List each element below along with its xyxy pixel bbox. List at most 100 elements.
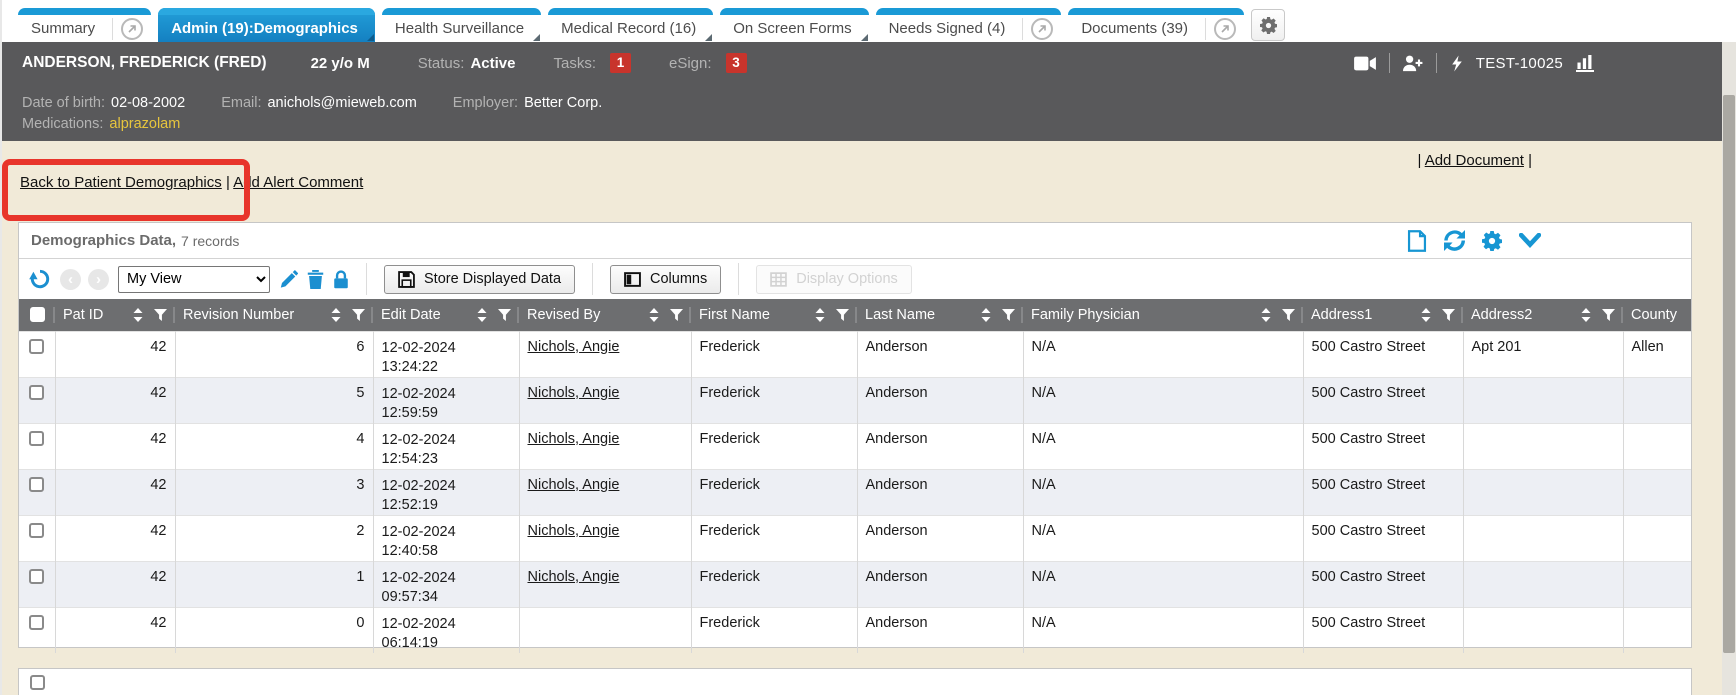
add-document-line: | Add Document | bbox=[1417, 152, 1532, 169]
sort-icon[interactable] bbox=[1421, 308, 1431, 322]
sort-icon[interactable] bbox=[1581, 308, 1591, 322]
tab-needs-signed[interactable]: Needs Signed (4) bbox=[876, 8, 1062, 42]
employer-value: Better Corp. bbox=[524, 95, 602, 111]
cell-revision: 3 bbox=[175, 469, 373, 515]
row-checkbox[interactable] bbox=[29, 615, 44, 630]
column-header-last-name[interactable]: Last Name bbox=[857, 299, 1023, 331]
red-annotation-box bbox=[2, 159, 250, 221]
grid-toolbar: ‹ › My View Store Displayed Data Columns… bbox=[19, 259, 1691, 299]
add-document-link[interactable]: Add Document bbox=[1425, 152, 1524, 169]
column-header-revised-by[interactable]: Revised By bbox=[519, 299, 691, 331]
filter-funnel-icon[interactable] bbox=[1602, 309, 1615, 321]
cell-address2: Apt 201 bbox=[1463, 331, 1623, 377]
row-checkbox[interactable] bbox=[29, 569, 44, 584]
reset-view-icon[interactable] bbox=[29, 268, 51, 290]
filter-funnel-icon[interactable] bbox=[836, 309, 849, 321]
delete-view-trash-icon[interactable] bbox=[307, 270, 324, 289]
column-header-edit-date[interactable]: Edit Date bbox=[373, 299, 519, 331]
new-document-icon[interactable] bbox=[1407, 230, 1427, 252]
gear-icon[interactable] bbox=[1482, 231, 1502, 251]
table-row: 42 3 12-02-202412:52:19 Nichols, Angie F… bbox=[19, 469, 1691, 515]
cell-address1: 500 Castro Street bbox=[1303, 423, 1463, 469]
tab-admin-demographics[interactable]: Admin (19):Demographics bbox=[158, 8, 375, 42]
revised-by-link[interactable]: Nichols, Angie bbox=[528, 385, 620, 401]
esign-count-badge[interactable]: 3 bbox=[726, 53, 747, 73]
revised-by-link[interactable]: Nichols, Angie bbox=[528, 339, 620, 355]
lightning-bolt-icon[interactable] bbox=[1450, 54, 1463, 73]
cell-address1: 500 Castro Street bbox=[1303, 607, 1463, 653]
filter-funnel-icon[interactable] bbox=[1442, 309, 1455, 321]
cell-family-physician: N/A bbox=[1023, 607, 1303, 653]
sort-icon[interactable] bbox=[981, 308, 991, 322]
cell-address2 bbox=[1463, 515, 1623, 561]
row-checkbox[interactable] bbox=[29, 339, 44, 354]
column-header-address1[interactable]: Address1 bbox=[1303, 299, 1463, 331]
cell-address1: 500 Castro Street bbox=[1303, 561, 1463, 607]
revised-by-link[interactable]: Nichols, Angie bbox=[528, 569, 620, 585]
filter-funnel-icon[interactable] bbox=[352, 309, 365, 321]
tasks-count-badge[interactable]: 1 bbox=[610, 53, 631, 73]
tab-medical-record[interactable]: Medical Record (16) bbox=[548, 8, 713, 42]
vertical-scrollbar-thumb[interactable] bbox=[1723, 95, 1735, 653]
revised-by-link[interactable]: Nichols, Angie bbox=[528, 431, 620, 447]
revised-by-link[interactable]: Nichols, Angie bbox=[528, 523, 620, 539]
filter-funnel-icon[interactable] bbox=[1002, 309, 1015, 321]
sort-icon[interactable] bbox=[649, 308, 659, 322]
filter-funnel-icon[interactable] bbox=[1282, 309, 1295, 321]
tab-documents[interactable]: Documents (39) bbox=[1068, 8, 1244, 42]
sort-icon[interactable] bbox=[815, 308, 825, 322]
filter-funnel-icon[interactable] bbox=[154, 309, 167, 321]
column-header-revision-number[interactable]: Revision Number bbox=[175, 299, 373, 331]
email-label: Email: bbox=[221, 95, 261, 111]
tab-settings-button[interactable] bbox=[1251, 9, 1285, 41]
add-alert-comment-link[interactable]: Add Alert Comment bbox=[233, 174, 363, 191]
medications-value[interactable]: alprazolam bbox=[109, 116, 180, 132]
row-checkbox[interactable] bbox=[29, 523, 44, 538]
row-checkbox[interactable] bbox=[29, 477, 44, 492]
column-header-address2[interactable]: Address2 bbox=[1463, 299, 1623, 331]
flowsheet-chart-icon[interactable] bbox=[1576, 55, 1594, 72]
store-displayed-data-button[interactable]: Store Displayed Data bbox=[384, 265, 575, 294]
column-header-family-physician[interactable]: Family Physician bbox=[1023, 299, 1303, 331]
tab-summary-label: Summary bbox=[18, 13, 108, 37]
refresh-icon[interactable] bbox=[1444, 230, 1465, 251]
select-all-checkbox[interactable] bbox=[30, 307, 45, 322]
cell-edit-date: 12-02-202412:54:23 bbox=[373, 423, 519, 469]
filter-funnel-icon[interactable] bbox=[498, 309, 511, 321]
panel-title: Demographics Data, bbox=[31, 232, 176, 249]
column-header-county[interactable]: County bbox=[1623, 299, 1691, 331]
tab-summary-popout-button[interactable] bbox=[112, 18, 143, 40]
demographics-table: Pat ID Revision Number Edit Date Revised… bbox=[19, 299, 1691, 653]
tab-health-surveillance[interactable]: Health Surveillance bbox=[382, 8, 541, 42]
revised-by-link[interactable]: Nichols, Angie bbox=[528, 477, 620, 493]
patient-age-sex: 22 y/o M bbox=[311, 55, 370, 72]
columns-button[interactable]: Columns bbox=[610, 265, 721, 294]
tab-on-screen-forms[interactable]: On Screen Forms bbox=[720, 8, 868, 42]
chart-id: TEST-10025 bbox=[1476, 55, 1563, 72]
sort-icon[interactable] bbox=[331, 308, 341, 322]
column-header-pat-id[interactable]: Pat ID bbox=[55, 299, 175, 331]
row-checkbox[interactable] bbox=[30, 675, 45, 690]
video-camera-icon[interactable] bbox=[1354, 56, 1376, 71]
email-value: anichols@mieweb.com bbox=[267, 95, 416, 111]
edit-view-pencil-icon[interactable] bbox=[279, 270, 298, 289]
tab-needs-signed-popout-button[interactable] bbox=[1022, 18, 1053, 40]
view-select[interactable]: My View bbox=[118, 266, 270, 293]
tab-documents-popout-button[interactable] bbox=[1205, 18, 1236, 40]
row-checkbox[interactable] bbox=[29, 431, 44, 446]
lock-view-icon[interactable] bbox=[333, 270, 349, 289]
sort-icon[interactable] bbox=[1261, 308, 1271, 322]
sort-icon[interactable] bbox=[133, 308, 143, 322]
filter-funnel-icon[interactable] bbox=[670, 309, 683, 321]
column-header-first-name[interactable]: First Name bbox=[691, 299, 857, 331]
collapse-chevron-down-icon[interactable] bbox=[1519, 233, 1541, 248]
add-person-icon[interactable] bbox=[1403, 55, 1423, 72]
cell-county bbox=[1623, 469, 1691, 515]
cell-address2 bbox=[1463, 607, 1623, 653]
tab-summary[interactable]: Summary bbox=[18, 8, 151, 42]
row-checkbox[interactable] bbox=[29, 385, 44, 400]
dob-label: Date of birth: bbox=[22, 95, 105, 111]
sort-icon[interactable] bbox=[477, 308, 487, 322]
cell-revised-by: Nichols, Angie bbox=[519, 469, 691, 515]
cell-family-physician: N/A bbox=[1023, 469, 1303, 515]
